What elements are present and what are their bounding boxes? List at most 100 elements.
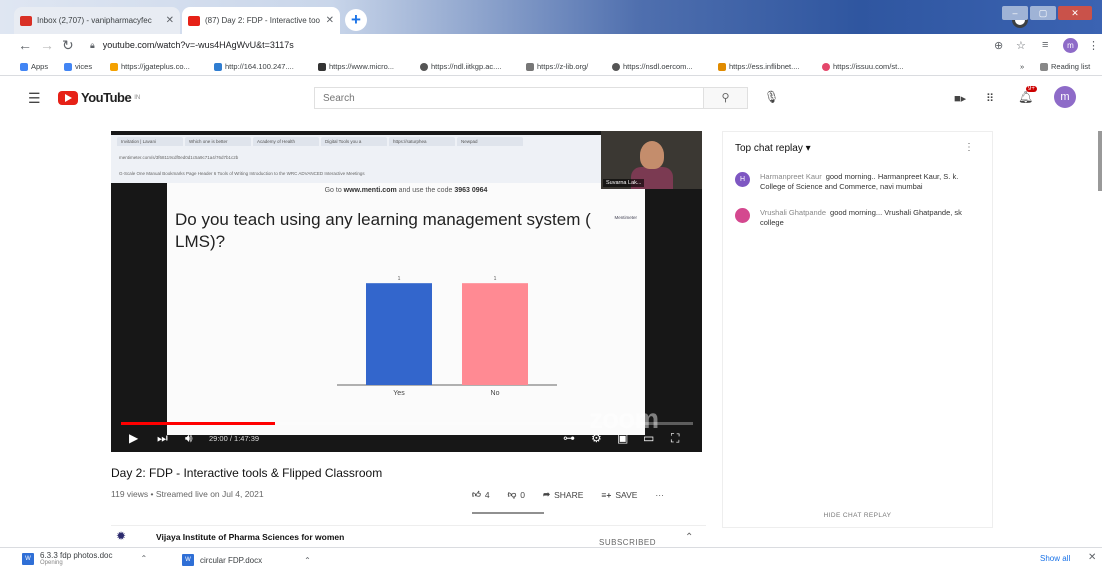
bookmarks-bar: Apps vices https://jgateplus.co... http:…: [0, 58, 1102, 76]
window-controls: – ▢ ✕: [1002, 6, 1092, 20]
player-controls: ▶ ⏭︎ 🔊︎ 29:00 / 1:47:39 ⊶ ⚙︎ ▣ ▭ ⛶: [111, 427, 702, 452]
more-actions-icon[interactable]: ···: [655, 490, 664, 500]
bookmark-164[interactable]: http://164.100.247....: [214, 62, 294, 71]
dislike-button[interactable]: 👎︎ 0: [508, 489, 525, 500]
bookmark-favicon: [420, 62, 428, 71]
close-window-button[interactable]: ✕: [1058, 6, 1092, 20]
translate-icon[interactable]: ⊕: [994, 39, 1003, 52]
bookmark-issuu[interactable]: https://issuu.com/st...: [822, 62, 903, 71]
youtube-logo[interactable]: YouTube IN: [58, 90, 140, 105]
channel-logo-icon[interactable]: ✹: [116, 529, 126, 543]
shared-tab: Academy of Health: [253, 137, 319, 146]
screen-share: Invitation | Lavani Which one is better …: [111, 131, 647, 452]
shared-bookmarks: G-Scale One Manual Bookmarks Page Header…: [119, 171, 365, 176]
tab-gmail[interactable]: Inbox (2,707) - vanipharmacyfec ✕: [14, 7, 180, 34]
like-button[interactable]: 👍︎ 4: [472, 489, 490, 500]
progress-bar[interactable]: [121, 422, 693, 425]
bookmark-favicon: [612, 62, 620, 71]
bookmark-nsdl[interactable]: https://nsdl.oercom...: [612, 62, 693, 71]
browser-tab-strip: Inbox (2,707) - vanipharmacyfec ✕ (87) D…: [0, 0, 1102, 34]
shared-browser-bar: Invitation | Lavani Which one is better …: [111, 135, 601, 183]
tab-title: Inbox (2,707) - vanipharmacyfec: [37, 16, 152, 25]
notifications-bell-icon[interactable]: 🔔︎ 9+: [1018, 86, 1037, 104]
autoplay-toggle-icon[interactable]: ⊶: [563, 431, 575, 445]
google-icon: [64, 62, 72, 71]
fullscreen-icon[interactable]: ⛶: [671, 431, 679, 446]
bookmark-favicon: [526, 62, 534, 71]
show-all-downloads-button[interactable]: Show all: [1040, 554, 1070, 563]
channel-name[interactable]: Vijaya Institute of Pharma Sciences for …: [156, 532, 344, 542]
url-field[interactable]: 🔒︎ youtube.com/watch?v=-wus4HAgWvU&t=3117…: [90, 40, 294, 51]
bookmark-ndl[interactable]: https://ndl.iitkgp.ac....: [420, 62, 501, 71]
miniplayer-icon[interactable]: ▣: [617, 431, 628, 445]
presenter-name: Suvarna Lak...: [603, 179, 645, 187]
download-item[interactable]: W circular FDP.docx ⌃: [182, 554, 311, 566]
bookmark-zlib[interactable]: https://z-lib.org/: [526, 62, 588, 71]
gmail-icon: [20, 15, 32, 26]
chat-menu-icon[interactable]: ⋮: [964, 142, 974, 153]
shared-tab: Invitation | Lavani: [117, 137, 183, 146]
browser-menu-icon[interactable]: ⋮: [1088, 39, 1099, 52]
chat-avatar: [735, 208, 750, 223]
next-icon[interactable]: ⏭︎: [157, 431, 168, 446]
url-text: youtube.com/watch?v=-wus4HAgWvU&t=3117s: [102, 40, 294, 50]
apps-grid-icon: [20, 62, 28, 71]
chat-mode-dropdown[interactable]: Top chat replay ▾: [735, 143, 811, 154]
reload-icon[interactable]: ↻: [62, 37, 74, 54]
video-player[interactable]: Invitation | Lavani Which one is better …: [111, 131, 702, 452]
browser-profile-avatar[interactable]: m: [1063, 38, 1078, 53]
save-button[interactable]: ≡+ SAVE: [601, 490, 637, 500]
new-tab-button[interactable]: +: [345, 9, 367, 31]
forward-arrow-icon[interactable]: →: [40, 37, 54, 53]
reading-list-icon[interactable]: ≡: [1042, 39, 1048, 51]
lock-icon: 🔒︎: [90, 40, 95, 50]
bookmark-favicon: [718, 62, 726, 71]
download-item[interactable]: W 6.3.3 fdp photos.doc Opening ⌃: [22, 551, 147, 566]
volume-icon[interactable]: 🔊︎: [185, 431, 193, 446]
play-icon[interactable]: ▶: [129, 431, 138, 445]
chevron-up-icon[interactable]: ⌃: [685, 532, 693, 543]
bookmark-micro[interactable]: https://www.micro...: [318, 62, 394, 71]
country-code: IN: [134, 94, 141, 101]
page-scrollbar[interactable]: [1098, 131, 1102, 191]
tab-title: (87) Day 2: FDP - Interactive too: [205, 16, 321, 25]
chat-author: Vrushali Ghatpande: [760, 208, 827, 217]
share-button[interactable]: ➦ SHARE: [543, 489, 583, 500]
hide-chat-replay-button[interactable]: HIDE CHAT REPLAY: [723, 512, 992, 519]
reading-list-button[interactable]: Reading list: [1040, 62, 1090, 71]
bookmark-star-icon[interactable]: ☆: [1016, 39, 1026, 52]
apps-grid-icon[interactable]: ⠿: [986, 92, 994, 105]
chat-panel: Top chat replay ▾ ⋮ H Harmanpreet Kaur go…: [722, 131, 993, 528]
theater-mode-icon[interactable]: ▭: [643, 431, 654, 445]
chevron-up-icon[interactable]: ⌃: [304, 556, 311, 565]
tab-youtube[interactable]: (87) Day 2: FDP - Interactive too ✕: [182, 7, 340, 34]
mic-icon[interactable]: 🎙︎: [764, 90, 779, 104]
bookmark-ess[interactable]: https://ess.inflibnet....: [718, 62, 799, 71]
menu-icon[interactable]: ☰: [28, 90, 41, 107]
word-doc-icon: W: [182, 554, 194, 566]
maximize-button[interactable]: ▢: [1030, 6, 1056, 20]
search-icon[interactable]: ⚲: [703, 88, 747, 108]
create-video-icon[interactable]: ■▸: [954, 92, 966, 105]
settings-gear-icon[interactable]: ⚙︎: [591, 431, 602, 445]
chevron-up-icon[interactable]: ⌃: [141, 554, 148, 563]
minimize-button[interactable]: –: [1002, 6, 1028, 20]
bookmark-apps[interactable]: Apps: [20, 62, 48, 71]
close-icon[interactable]: ✕: [1088, 552, 1096, 563]
back-arrow-icon[interactable]: ←: [18, 37, 32, 53]
bar-no: [462, 283, 528, 385]
close-tab-icon[interactable]: ✕: [166, 15, 174, 26]
bookmark-more-icon[interactable]: »: [1020, 62, 1024, 71]
video-title: Day 2: FDP - Interactive tools & Flipped…: [111, 466, 383, 480]
avatar[interactable]: m: [1054, 86, 1076, 108]
bookmark-jgateplus[interactable]: https://jgateplus.co...: [110, 62, 190, 71]
close-tab-icon[interactable]: ✕: [326, 15, 334, 26]
search-input[interactable]: [315, 88, 695, 109]
chat-author: Harmanpreet Kaur: [760, 172, 822, 181]
mentimeter-slide: Go to www.menti.com and use the code 396…: [167, 183, 645, 435]
bookmark-vices[interactable]: vices: [64, 62, 92, 71]
bookmark-favicon: [214, 62, 222, 71]
subscribed-button[interactable]: SUBSCRIBED: [599, 538, 656, 547]
reading-list-icon: [1040, 62, 1048, 71]
shared-browser-tabs: Invitation | Lavani Which one is better …: [117, 137, 523, 146]
